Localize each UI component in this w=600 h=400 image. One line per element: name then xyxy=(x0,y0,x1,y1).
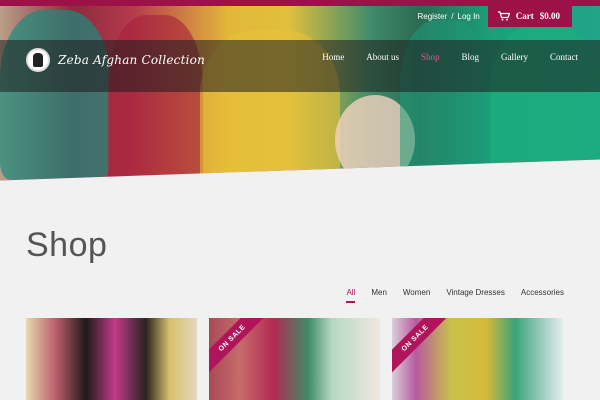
cart-total: $0.00 xyxy=(539,11,560,21)
top-right-bar: Register / Log In Cart $0.00 xyxy=(417,5,600,27)
product-card[interactable] xyxy=(26,318,197,400)
login-link[interactable]: Log In xyxy=(458,12,480,21)
nav-about-us[interactable]: About us xyxy=(366,52,399,62)
nav-shop[interactable]: Shop xyxy=(421,52,440,62)
main-nav: Home About us Shop Blog Gallery Contact xyxy=(322,52,578,62)
cart-button[interactable]: Cart $0.00 xyxy=(487,5,572,27)
cart-icon xyxy=(497,11,510,21)
filter-women[interactable]: Women xyxy=(403,288,430,303)
category-filters: All Men Women Vintage Dresses Accessorie… xyxy=(346,288,564,303)
filter-accessories[interactable]: Accessories xyxy=(521,288,564,303)
page-title: Shop xyxy=(26,226,108,264)
banner-figure xyxy=(0,10,110,180)
product-grid: ON SALE ON SALE xyxy=(26,318,563,400)
filter-all[interactable]: All xyxy=(346,288,356,303)
nav-home[interactable]: Home xyxy=(322,52,344,62)
account-separator: / xyxy=(451,11,454,21)
product-card[interactable]: ON SALE xyxy=(392,318,563,400)
nav-blog[interactable]: Blog xyxy=(461,52,479,62)
register-link[interactable]: Register xyxy=(417,12,447,21)
account-links: Register / Log In xyxy=(417,12,479,21)
brand-logo[interactable]: Zeba Afghan Collection xyxy=(26,48,205,72)
filter-men[interactable]: Men xyxy=(371,288,387,303)
product-image xyxy=(26,318,197,400)
product-card[interactable]: ON SALE xyxy=(209,318,380,400)
logo-icon xyxy=(26,48,50,72)
cart-label: Cart xyxy=(515,11,534,21)
filter-vintage-dresses[interactable]: Vintage Dresses xyxy=(446,288,505,303)
hero-banner xyxy=(0,0,600,202)
nav-contact[interactable]: Contact xyxy=(550,52,578,62)
brand-name: Zeba Afghan Collection xyxy=(58,53,206,67)
nav-gallery[interactable]: Gallery xyxy=(501,52,528,62)
